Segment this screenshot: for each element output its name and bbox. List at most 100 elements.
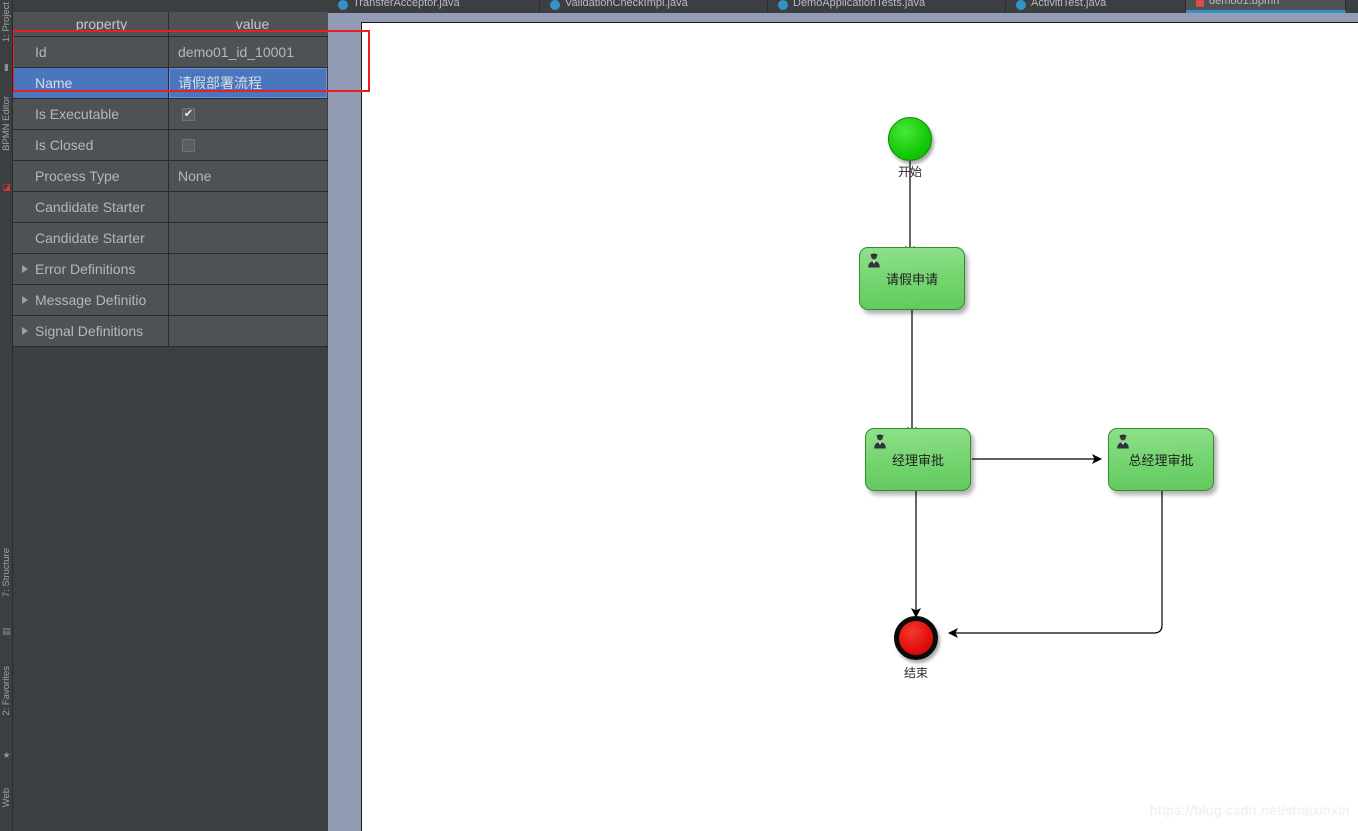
bpmn-task-apply-label: 请假申请 [885,272,938,287]
expand-triangle-icon[interactable] [22,296,28,304]
property-row[interactable]: Process Type None [13,161,328,192]
editor-tab-label: TransferAcceptor.java [353,0,460,9]
property-value-cell[interactable] [169,254,327,284]
tool-button-bpmn-editor[interactable]: BPMN Editor [0,96,13,151]
property-row[interactable]: Name 请假部署流程 [13,68,328,99]
property-value-label: None [178,168,212,184]
property-name-cell: Error Definitions [13,254,169,284]
editor-tab[interactable]: TransferAcceptor.java [328,0,540,13]
bpmn-diagram: 开始 请假申请 经理审批 总经理审批 结束 https://blog.csdn.… [362,23,1358,831]
property-name-label: Signal Definitions [35,323,144,339]
properties-panel: property value Id demo01_id_10001 Name 请假部署… [13,0,328,831]
property-value-cell[interactable] [169,285,327,315]
editor-tab-label: DemoApplicationTests.java [793,0,926,9]
property-name-cell: Candidate Starter [13,223,169,253]
user-task-icon [868,253,880,268]
property-row[interactable]: Candidate Starter [13,223,328,254]
property-name-label: Is Closed [35,137,94,153]
property-name-label: Candidate Starter [35,230,145,246]
bpmn-task-apply[interactable]: 请假申请 [859,247,965,310]
property-name-cell: Is Closed [13,130,169,160]
tool-button-structure[interactable]: 7: Structure [0,548,13,597]
editor-tab-bar: TransferAcceptor.java ValidationCheckImpl… [328,0,1358,13]
property-row[interactable]: Id demo01_id_10001 [13,37,328,68]
user-task-icon [1117,434,1129,449]
java-class-icon [550,0,560,10]
properties-table: property value Id demo01_id_10001 Name 请假部署… [13,12,328,347]
structure-icon: ▤ [2,626,11,636]
property-name-cell: Signal Definitions [13,316,169,346]
property-row[interactable]: Signal Definitions [13,316,328,347]
tool-button-web[interactable]: Web [0,788,13,807]
left-tool-strip: 1: Project ▮ BPMN Editor ◪ 7: Structure … [0,0,13,831]
bpmn-end-event-label: 结束 [903,666,928,680]
property-row[interactable]: Message Definitio [13,285,328,316]
tool-button-favorites[interactable]: 2: Favorites [0,666,13,716]
bpmn-start-event[interactable] [888,117,932,161]
bpmn-palette-icon: ◪ [2,182,11,192]
checkbox-unchecked-icon[interactable]: ✔ [182,138,195,152]
property-name-cell: Id [13,37,169,67]
tool-button-project[interactable]: 1: Project [0,2,13,42]
ide-window: 1: Project ▮ BPMN Editor ◪ 7: Structure … [0,0,1358,831]
tool-button-bpmn-editor-label: BPMN Editor [1,96,12,151]
column-header-value: value [169,12,327,36]
java-class-icon [778,0,788,10]
property-name-label: Name [35,75,73,91]
property-value-cell[interactable] [169,223,327,253]
property-value-cell[interactable] [169,316,327,346]
bpmn-task-manager[interactable]: 经理审批 [865,428,971,491]
java-class-icon [338,0,348,10]
property-value-cell[interactable]: demo01_id_10001 [169,37,327,67]
property-row[interactable]: Error Definitions [13,254,328,285]
property-name-label: Id [35,44,47,60]
property-value-cell[interactable]: ✔ [169,99,327,129]
bpmn-file-icon [1196,0,1204,7]
property-value-label: demo01_id_10001 [178,44,294,60]
checkbox-checked-icon[interactable]: ✔ [182,107,195,121]
bpmn-task-general-manager[interactable]: 总经理审批 [1108,428,1214,491]
property-value-cell[interactable]: 请假部署流程 [169,68,327,98]
bpmn-task-general-manager-label: 总经理审批 [1128,453,1194,468]
property-name-cell: Is Executable [13,99,169,129]
bpmn-canvas[interactable]: 开始 请假申请 经理审批 总经理审批 结束 https://blog.csdn.… [361,22,1358,831]
expand-triangle-icon[interactable] [22,265,28,273]
tool-button-web-label: Web [1,788,12,808]
property-name-label: Error Definitions [35,261,136,277]
property-row[interactable]: Candidate Starter [13,192,328,223]
sequence-flow-layer [905,160,1163,638]
properties-table-header: property value [13,12,328,37]
editor-tab[interactable]: ValidationCheckImpl.java [540,0,768,13]
bpmn-start-event-label: 开始 [897,165,922,179]
property-value-cell[interactable]: ✔ [169,130,327,160]
panel-divider[interactable] [328,0,361,831]
column-header-property: property [13,12,169,36]
editor-tab[interactable]: demo01.bpmn [1186,0,1346,13]
editor-tab[interactable]: ActivitiTest.java [1006,0,1186,13]
editor-tab-label: ActivitiTest.java [1031,0,1107,9]
tool-button-favorites-label: 2: Favorites [1,666,12,716]
editor-tab-label: demo01.bpmn [1209,0,1280,7]
property-row[interactable]: Is Executable ✔ [13,99,328,130]
property-name-label: Is Executable [35,106,120,122]
flow-gm-to-end [948,491,1163,638]
favorites-icon: ★ [2,750,11,760]
project-tree-icon: ▮ [4,62,9,72]
property-name-label: Message Definitio [35,292,147,308]
property-row[interactable]: Is Closed ✔ [13,130,328,161]
expand-triangle-icon[interactable] [22,327,28,335]
property-name-cell: Process Type [13,161,169,191]
tool-button-structure-label: 7: Structure [1,548,12,598]
property-value-cell[interactable]: None [169,161,327,191]
tool-button-project-label: 1: Project [1,2,12,43]
bpmn-task-manager-label: 经理审批 [891,453,944,468]
watermark: https://blog.csdn.net/shaixinxin [1149,802,1350,818]
property-name-cell: Candidate Starter [13,192,169,222]
editor-tab[interactable]: DemoApplicationTests.java [768,0,1006,13]
property-name-cell: Message Definitio [13,285,169,315]
property-name-label: Process Type [35,168,120,184]
java-class-icon [1016,0,1026,10]
property-value-cell[interactable] [169,192,327,222]
bpmn-end-event[interactable] [894,616,938,660]
editor-tab-label: ValidationCheckImpl.java [565,0,688,9]
